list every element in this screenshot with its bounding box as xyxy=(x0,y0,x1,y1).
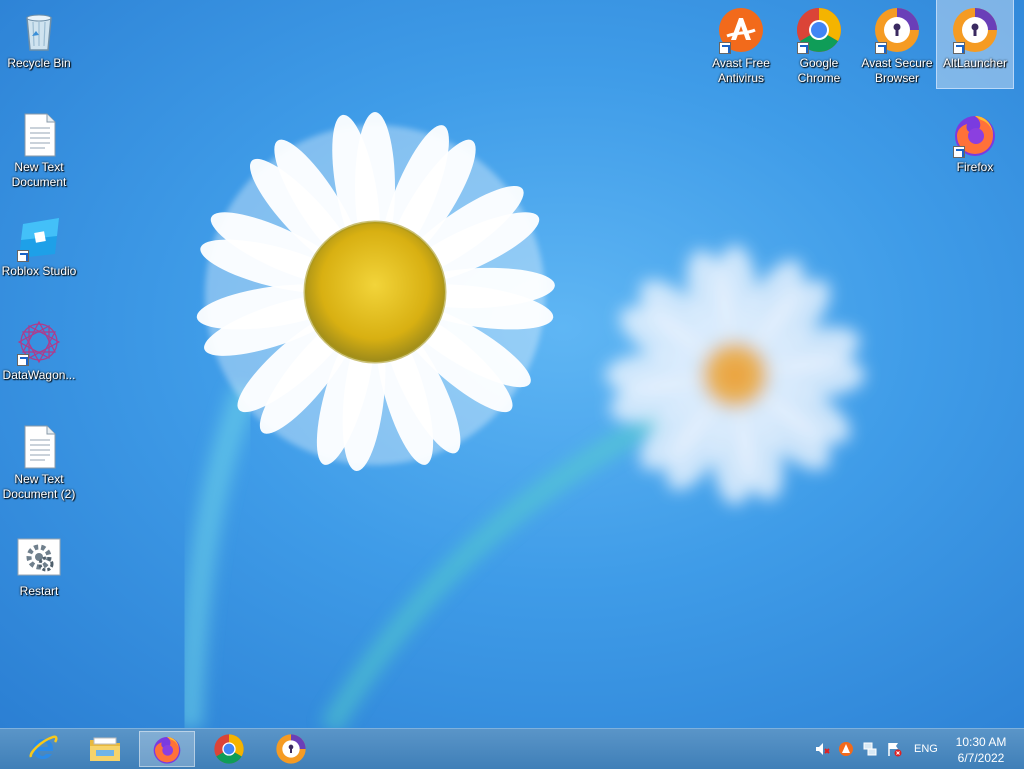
desktop[interactable]: Recycle Bin New Text Document Roblox Stu… xyxy=(0,0,1024,728)
avast-antivirus-icon xyxy=(717,6,765,54)
desktop-icon-datawagon[interactable]: DataWagon... xyxy=(1,312,77,400)
clock-date: 6/7/2022 xyxy=(957,751,1005,765)
desktop-icon-label: New Text Document (2) xyxy=(2,472,76,501)
shortcut-arrow-icon xyxy=(953,146,965,158)
taskbar[interactable]: ENG 10:30 AM 6/7/2022 xyxy=(0,728,1024,769)
desktop-icon-label: Roblox Studio xyxy=(1,264,77,278)
shortcut-arrow-icon xyxy=(875,42,887,54)
taskbar-ie-button[interactable] xyxy=(15,731,71,767)
chrome-icon xyxy=(795,6,843,54)
desktop-icon-label: AltLauncher xyxy=(942,56,1008,70)
desktop-icon-google-chrome[interactable]: Google Chrome xyxy=(781,0,857,88)
firefox-icon xyxy=(951,110,999,158)
desktop-icon-label: Recycle Bin xyxy=(7,56,71,70)
clock[interactable]: 10:30 AM 6/7/2022 xyxy=(948,734,1014,766)
ie-icon xyxy=(29,735,58,759)
shortcut-arrow-icon xyxy=(797,42,809,54)
desktop-icon-avast-free-antivirus[interactable]: Avast Free Antivirus xyxy=(703,0,779,88)
desktop-icon-label: Avast Free Antivirus xyxy=(712,56,770,85)
file-explorer-icon xyxy=(90,737,120,761)
taskbar-chrome-button[interactable] xyxy=(201,731,257,767)
restart-icon xyxy=(15,534,63,582)
network-icon[interactable] xyxy=(862,741,878,757)
desktop-icon-new-text-document-2[interactable]: New Text Document (2) xyxy=(1,416,77,504)
desktop-icon-label: DataWagon... xyxy=(2,368,76,382)
roblox-studio-icon xyxy=(15,214,63,262)
desktop-icon-label: Google Chrome xyxy=(797,56,841,85)
desktop-icon-roblox-studio[interactable]: Roblox Studio xyxy=(1,208,77,296)
datawagon-icon xyxy=(15,318,63,366)
chrome-icon xyxy=(214,734,244,764)
desktop-icon-firefox[interactable]: Firefox xyxy=(937,104,1013,192)
desktop-icon-altlauncher[interactable]: AltLauncher xyxy=(936,0,1014,89)
volume-muted-icon[interactable] xyxy=(814,741,830,757)
taskbar-avast-browser-button[interactable] xyxy=(263,731,319,767)
action-center-icon[interactable] xyxy=(886,741,902,757)
desktop-icon-restart[interactable]: Restart xyxy=(1,528,77,616)
daisy-wallpaper xyxy=(177,112,865,728)
desktop-icon-recycle-bin[interactable]: Recycle Bin xyxy=(1,0,77,88)
desktop-icon-label: Firefox xyxy=(956,160,994,174)
avast-browser-icon xyxy=(873,6,921,54)
desktop-icon-new-text-document[interactable]: New Text Document xyxy=(1,104,77,192)
text-document-icon xyxy=(15,422,63,470)
desktop-icon-avast-secure-browser[interactable]: Avast Secure Browser xyxy=(859,0,935,88)
shortcut-arrow-icon xyxy=(17,354,29,366)
shortcut-arrow-icon xyxy=(17,250,29,262)
desktop-icon-label: Restart xyxy=(19,584,59,598)
text-document-icon xyxy=(15,110,63,158)
altlauncher-icon xyxy=(951,6,999,54)
language-indicator[interactable]: ENG xyxy=(914,743,938,755)
avast-tray-icon[interactable] xyxy=(838,741,854,757)
shortcut-arrow-icon xyxy=(953,42,965,54)
firefox-icon xyxy=(153,737,181,764)
clock-time: 10:30 AM xyxy=(955,735,1007,749)
avast-browser-icon xyxy=(276,734,306,764)
taskbar-file-explorer-button[interactable] xyxy=(77,731,133,767)
desktop-icon-label: New Text Document xyxy=(11,160,67,189)
desktop-icon-label: Avast Secure Browser xyxy=(861,56,933,85)
shortcut-arrow-icon xyxy=(719,42,731,54)
taskbar-firefox-button[interactable] xyxy=(139,731,195,767)
recycle-bin-icon xyxy=(15,6,63,54)
